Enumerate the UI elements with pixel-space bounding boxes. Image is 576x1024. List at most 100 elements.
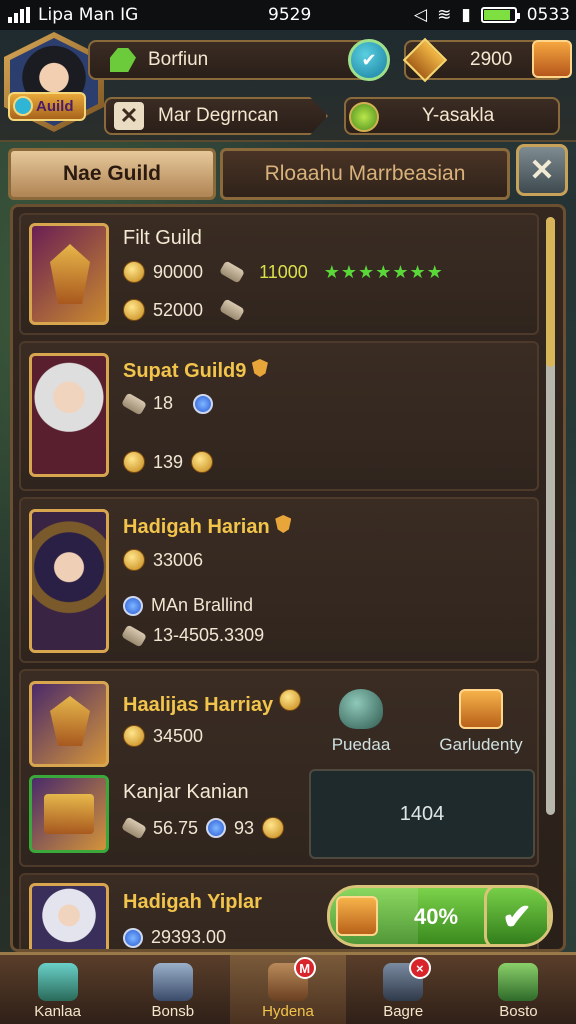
coin-icon	[123, 451, 145, 473]
signal-icon	[8, 7, 30, 23]
guild-stat-value: 18	[153, 393, 174, 413]
count-box[interactable]: 1404	[309, 769, 535, 859]
coin-icon	[278, 689, 301, 711]
guild-name: Haalijas Harriay	[123, 689, 301, 717]
gold-amount: 2900	[470, 49, 513, 70]
guild-name: Hadigah Harian	[123, 515, 292, 539]
nav-item-bonsb[interactable]: Bonsb	[115, 955, 230, 1024]
nav-label: Bonsb	[151, 1003, 195, 1020]
rating-stars: ★★★★★★★	[323, 261, 444, 282]
guild-card[interactable]: Filt Guild 90000 11000 ★★★★★★★ 52000	[19, 213, 539, 335]
guild-stat-value: 29393.00	[151, 927, 227, 947]
nav-label: Kanlaa	[34, 1003, 81, 1020]
shop-chest-icon[interactable]	[532, 40, 572, 78]
coin-icon	[191, 451, 214, 473]
reward-chest[interactable]: Garludenty	[431, 689, 531, 755]
sub-title: Kanjar Kanian	[123, 781, 249, 803]
guild-portrait	[29, 681, 109, 767]
guild-card[interactable]: Supat Guild9 18 139	[19, 341, 539, 491]
gift-potion-icon	[498, 963, 539, 1001]
guild-search-label: Mar Degrncan	[158, 105, 279, 126]
guild-stat-value: 93	[234, 817, 255, 838]
scroll-icon	[219, 298, 246, 322]
gem-icon	[123, 595, 143, 616]
tab-my-guild[interactable]: Nae Guild	[8, 148, 216, 200]
alert-badge: ×	[408, 957, 431, 979]
close-button[interactable]: ✕	[516, 144, 568, 196]
nav-item-bagre[interactable]: Bagre ×	[346, 955, 461, 1024]
coin-icon	[123, 299, 145, 321]
player-name-bar[interactable]: Borfiun ✔	[88, 39, 390, 81]
scrollbar-thumb[interactable]	[546, 217, 555, 367]
nav-item-hydena[interactable]: Hydena M	[230, 955, 346, 1024]
scroll-icon	[120, 391, 148, 416]
coin-icon	[123, 549, 145, 571]
guild-stats-row: 13-4505.3309	[120, 623, 265, 648]
coin-icon	[123, 725, 145, 747]
nav-item-kanlaa[interactable]: Kanlaa	[0, 955, 115, 1024]
guild-tag[interactable]: Auild	[8, 92, 86, 121]
guild-tabs: Nae Guild Rloaahu Marrbeasian ✕	[8, 144, 568, 200]
guild-name-text: Supat Guild9	[123, 360, 247, 382]
guild-stats-row: 90000 11000 ★★★★★★★	[123, 260, 444, 284]
guild-stat-text: 13-4505.3309	[153, 625, 265, 645]
guild-card[interactable]: Haalijas Harriay 34500 Puedaa Garludenty…	[19, 669, 539, 867]
nav-label: Hydena	[262, 1003, 314, 1020]
gem-icon	[206, 818, 227, 838]
scrollbar[interactable]	[546, 217, 555, 815]
guild-portrait	[29, 223, 109, 325]
guild-name-text: Haalijas Harriay	[123, 694, 274, 716]
nav-item-bosto[interactable]: Bosto	[461, 955, 576, 1024]
guild-stats-row: MAn Brallind	[123, 595, 253, 616]
guild-list-panel[interactable]: Filt Guild 90000 11000 ★★★★★★★ 52000 Sup…	[10, 204, 566, 952]
guild-stats-row: 18	[120, 391, 214, 416]
progress-label: 40%	[414, 904, 459, 929]
gift-chest-icon	[336, 896, 378, 936]
guild-card[interactable]: Hadigah Harian 33006 MAn Brallind 13-450…	[19, 497, 539, 663]
guild-stat-value: 34500	[153, 725, 204, 746]
coin-icon	[262, 817, 285, 839]
cell-bars-icon: ▮	[461, 5, 471, 25]
confirm-name-button[interactable]: ✔	[348, 39, 390, 81]
guild-name-text: Hadigah Harian	[123, 516, 270, 538]
guild-stat-value: 90000	[153, 261, 204, 282]
guild-stat-value: 139	[153, 451, 184, 472]
tab-recommended[interactable]: Rloaahu Marrbeasian	[220, 148, 510, 200]
gold-counter[interactable]: 2900	[402, 37, 572, 83]
guild-name: Supat Guild9	[123, 359, 268, 383]
battery-icon	[480, 7, 520, 23]
nav-label: Bosto	[499, 1003, 538, 1020]
guild-stat-extra: 11000	[259, 261, 308, 282]
reward-label: Garludenty	[439, 735, 523, 754]
guild-emblem-icon	[13, 96, 33, 116]
reward-potion[interactable]: Puedaa	[321, 689, 401, 755]
scroll-icon	[120, 623, 148, 648]
guild-status-label: Y-asakla	[422, 105, 495, 126]
guild-stat-value: 56.75	[153, 817, 199, 838]
guild-portrait	[29, 883, 109, 949]
reward-label: Puedaa	[331, 735, 391, 754]
wifi-icon: ≋	[437, 5, 452, 25]
scroll-icon	[120, 816, 148, 840]
treasure-chest-icon	[44, 794, 94, 834]
guild-portrait	[29, 509, 109, 653]
guild-search-bar[interactable]: ✕ Mar Degrncan	[104, 97, 328, 135]
status-bar: Lipa Man IG 9529 ◁ ≋ ▮ 0533	[0, 0, 576, 30]
claim-progress-bar[interactable]: 40% ✔	[327, 885, 553, 947]
shield-icon	[251, 359, 268, 377]
notification-badge: M	[293, 957, 316, 979]
guild-status-bar[interactable]: Y-asakla	[344, 97, 560, 135]
gem-tower-icon	[37, 963, 78, 1001]
guild-card[interactable]: Hadigah Yiplar 29393.00 40% ✔	[19, 873, 553, 949]
chest-icon	[459, 689, 503, 729]
claim-button[interactable]: ✔	[484, 888, 550, 944]
bottom-nav: Kanlaa Bonsb Hydena M Bagre × Bosto	[0, 952, 576, 1024]
coin-icon	[123, 261, 145, 283]
close-icon[interactable]: ✕	[114, 102, 144, 130]
nav-label: Bagre	[383, 1003, 424, 1020]
status-time: 9529	[268, 5, 312, 25]
player-name: Borfiun	[148, 49, 209, 70]
status-clock: 0533	[526, 5, 570, 25]
guild-stats-row: 52000	[123, 298, 246, 322]
chest-portrait	[29, 775, 109, 853]
